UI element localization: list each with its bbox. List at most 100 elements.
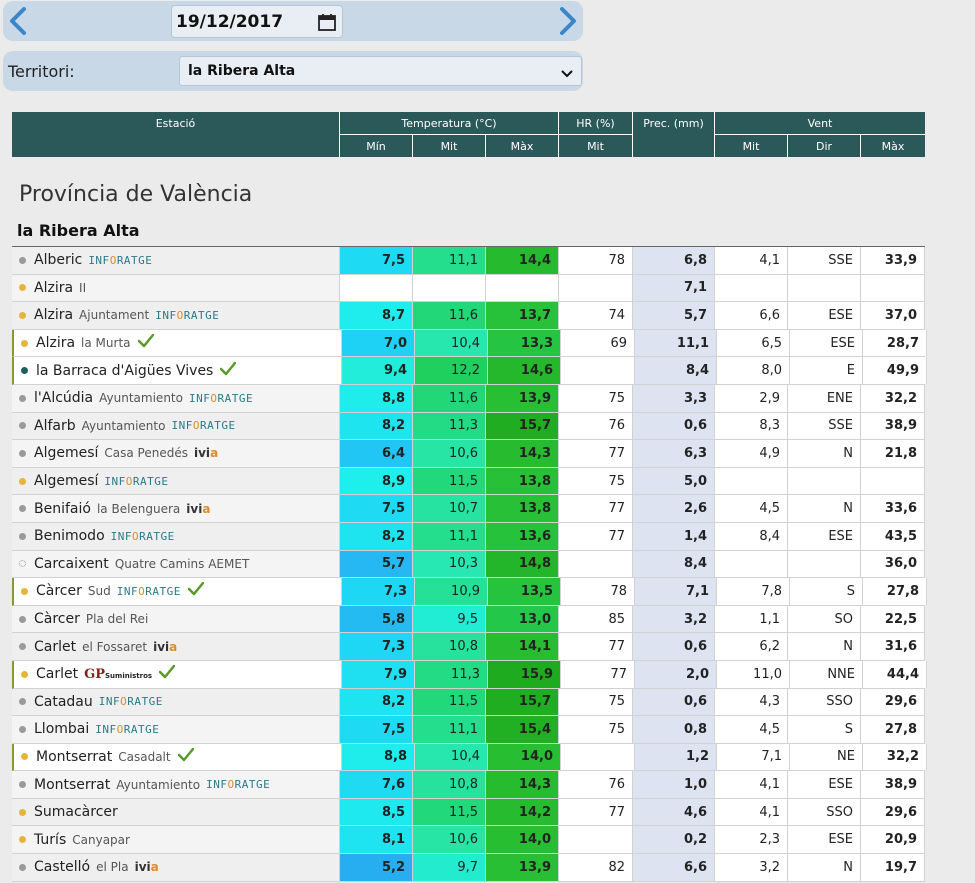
status-dot-icon xyxy=(21,670,28,678)
cell-hr xyxy=(559,274,633,302)
calendar-icon[interactable] xyxy=(318,13,336,36)
cell-hr: 77 xyxy=(559,522,633,550)
station-cell[interactable]: Montserrat Casadalt xyxy=(14,743,342,771)
table-row[interactable]: Montserrat Ayuntamiento INFORATGE 7,6 10,8 14… xyxy=(12,771,925,799)
previous-day-arrow-icon[interactable] xyxy=(5,5,31,37)
header-vent-dir: Dir xyxy=(788,134,861,157)
cell-prec: 5,7 xyxy=(633,302,715,329)
cell-vmit: 2,9 xyxy=(715,384,788,412)
station-cell[interactable]: Algemesí INFORATGE xyxy=(12,467,340,495)
cell-mit: 10,4 xyxy=(415,329,488,357)
cell-vdir: ENE xyxy=(788,384,861,412)
cell-vmit: 4,9 xyxy=(715,440,788,467)
table-row[interactable]: Alzira Ajuntament INFORATGE 8,7 11,6 13,7 74 5,… xyxy=(12,302,925,330)
territory-select[interactable]: la Ribera Alta xyxy=(179,56,582,86)
cell-max: 13,6 xyxy=(486,522,559,550)
station-cell[interactable]: Carcaixent Quatre Camins AEMET xyxy=(12,550,340,578)
station-cell[interactable]: Benifaió la Belenguera ivia xyxy=(12,495,340,522)
cell-vmax: 36,0 xyxy=(861,550,925,578)
station-cell[interactable]: l'Alcúdia Ayuntamiento INFORATGE xyxy=(12,384,340,412)
table-row[interactable]: Carlet GPSuministros 7,9 11,3 15,9 77 2,0 11,0 N… xyxy=(12,660,927,689)
status-dot-icon xyxy=(19,725,26,733)
table-row[interactable]: Sumacàrcer 8,5 11,5 14,2 77 4,6 4,1 SSO 29,6 xyxy=(12,798,925,827)
cell-vmit: 4,1 xyxy=(715,247,788,274)
table-row[interactable]: Turís Canyapar 8,1 10,6 14,0 0,2 2,3 ESE 20,9 xyxy=(12,826,925,855)
table-row[interactable]: Alzira la Murta 7,0 10,4 13,3 69 11,1 6,5 ESE 28,… xyxy=(12,329,927,358)
cell-vmax: 29,6 xyxy=(861,798,925,826)
cell-vmit xyxy=(715,274,788,302)
cell-min: 5,2 xyxy=(340,854,413,881)
cell-max: 14,2 xyxy=(486,798,559,826)
cell-max: 14,4 xyxy=(486,247,559,274)
cell-min xyxy=(340,274,413,302)
cell-vmit: 6,2 xyxy=(715,633,788,660)
cell-vmax: 29,6 xyxy=(861,688,925,716)
station-name: Turís xyxy=(34,831,67,848)
table-row[interactable]: Benimodo INFORATGE 8,2 11,1 13,6 77 1,4 8,4 ESE 4… xyxy=(12,522,925,551)
table-row[interactable]: Castelló el Pla ivia 5,2 9,7 13,9 82 6,6 3,2 N 19,… xyxy=(12,854,925,882)
next-day-arrow-icon[interactable] xyxy=(555,5,581,37)
cell-hr: 78 xyxy=(561,578,635,605)
station-cell[interactable]: Càrcer Pla del Rei xyxy=(12,605,340,633)
table-row[interactable]: Montserrat Casadalt 8,8 10,4 14,0 1,2 7,1 NE 32,… xyxy=(12,743,927,772)
station-cell[interactable]: Llombai INFORATGE xyxy=(12,716,340,743)
station-cell[interactable]: Alzira II xyxy=(12,274,340,302)
cell-vdir: S xyxy=(788,716,861,743)
cell-prec: 6,8 xyxy=(633,247,715,274)
inforatge-logo: INFORATGE xyxy=(110,529,175,543)
table-row[interactable]: Algemesí Casa Penedés ivia 6,4 10,6 14,3 77 6,3… xyxy=(12,440,925,468)
cell-prec: 8,4 xyxy=(635,357,717,384)
cell-prec: 1,4 xyxy=(633,522,715,550)
cell-prec: 6,3 xyxy=(633,440,715,467)
date-navigation-bar: 19/12/2017 xyxy=(3,1,583,41)
cell-vmax: 32,2 xyxy=(863,743,927,771)
cell-min: 7,5 xyxy=(340,495,413,522)
station-cell[interactable]: Carlet el Fossaret ivia xyxy=(12,633,340,660)
station-cell[interactable]: Montserrat Ayuntamiento INFORATGE xyxy=(12,771,340,798)
cell-prec: 2,6 xyxy=(633,495,715,522)
station-cell[interactable]: la Barraca d'Aigües Vives xyxy=(14,357,342,384)
table-row[interactable]: la Barraca d'Aigües Vives 9,4 12,2 14,6 8,4 8… xyxy=(12,357,927,385)
station-cell[interactable]: Càrcer Sud INFORATGE xyxy=(14,578,342,605)
cell-vdir xyxy=(788,550,861,578)
table-row[interactable]: Càrcer Sud INFORATGE 7,3 10,9 13,5 78 7,1 7,8 S 27… xyxy=(12,578,927,606)
table-row[interactable]: Llombai INFORATGE 7,5 11,1 15,4 75 0,8 4,5 S 27,8 xyxy=(12,716,925,744)
station-cell[interactable]: Benimodo INFORATGE xyxy=(12,522,340,550)
station-cell[interactable]: Catadau INFORATGE xyxy=(12,688,340,716)
table-row[interactable]: Benifaió la Belenguera ivia 7,5 10,7 13,8 77 2,… xyxy=(12,495,925,523)
cell-mit: 11,5 xyxy=(413,688,486,716)
station-name: Algemesí xyxy=(34,473,99,490)
status-dot-icon xyxy=(19,394,26,402)
cell-max: 13,3 xyxy=(488,329,561,357)
table-row[interactable]: Catadau INFORATGE 8,2 11,5 15,7 75 0,6 4,3 SSO 29… xyxy=(12,688,925,717)
cell-vdir: NNE xyxy=(790,660,863,688)
cell-vmit: 8,4 xyxy=(715,522,788,550)
cell-vmit: 11,0 xyxy=(717,660,790,688)
table-row[interactable]: Carcaixent Quatre Camins AEMET 5,7 10,3 14,8… xyxy=(12,550,925,579)
cell-max: 13,8 xyxy=(486,495,559,522)
station-cell[interactable]: Sumacàrcer xyxy=(12,798,340,826)
table-row[interactable]: Algemesí INFORATGE 8,9 11,5 13,8 75 5,0 xyxy=(12,467,925,496)
station-cell[interactable]: Alzira la Murta xyxy=(14,329,342,357)
cell-max: 15,4 xyxy=(486,716,559,743)
cell-hr: 76 xyxy=(559,412,633,440)
station-cell[interactable]: Alberic INFORATGE xyxy=(12,247,340,274)
cell-vdir xyxy=(788,467,861,495)
table-row[interactable]: Alfarb Ayuntamiento INFORATGE 8,2 11,3 15,7 76… xyxy=(12,412,925,441)
station-cell[interactable]: Carlet GPSuministros xyxy=(14,660,342,688)
cell-max: 14,8 xyxy=(486,550,559,578)
station-name: Alzira xyxy=(34,307,74,324)
station-cell[interactable]: Castelló el Pla ivia xyxy=(12,854,340,881)
station-cell[interactable]: Alfarb Ayuntamiento INFORATGE xyxy=(12,412,340,440)
cell-hr: 77 xyxy=(559,440,633,467)
table-row[interactable]: Alberic INFORATGE 7,5 11,1 14,4 78 6,8 4,1 SSE 33… xyxy=(12,247,925,275)
table-row[interactable]: Alzira II 7,1 xyxy=(12,274,925,303)
table-row[interactable]: Càrcer Pla del Rei 5,8 9,5 13,0 85 3,2 1,1 SO 22,… xyxy=(12,605,925,634)
date-input[interactable]: 19/12/2017 xyxy=(171,5,343,38)
table-row[interactable]: Carlet el Fossaret ivia 7,3 10,8 14,1 77 0,6 6,2… xyxy=(12,633,925,661)
station-cell[interactable]: Algemesí Casa Penedés ivia xyxy=(12,440,340,467)
table-row[interactable]: l'Alcúdia Ayuntamiento INFORATGE 8,8 11,6 13,… xyxy=(12,384,925,413)
header-prec-sub xyxy=(633,134,715,157)
station-cell[interactable]: Alzira Ajuntament INFORATGE xyxy=(12,302,340,329)
station-cell[interactable]: Turís Canyapar xyxy=(12,826,340,854)
